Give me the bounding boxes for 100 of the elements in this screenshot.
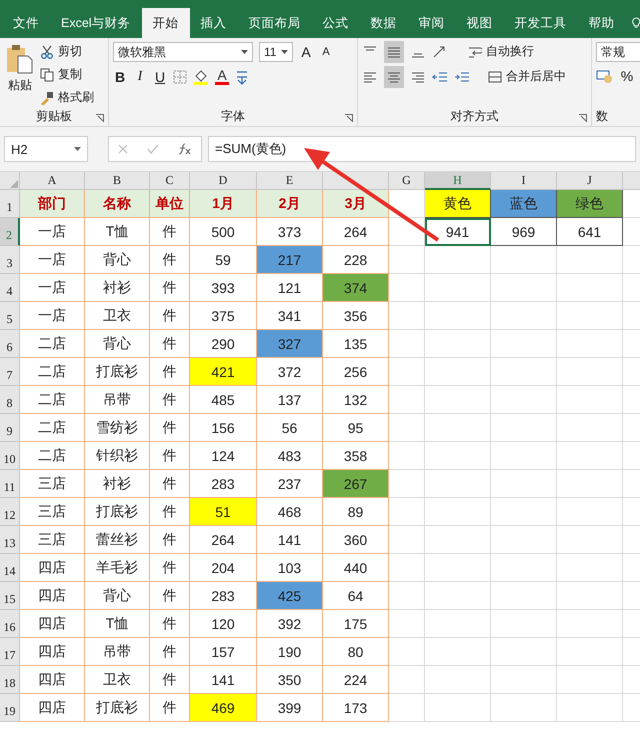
grid-cell[interactable] (389, 414, 425, 442)
grid-cell[interactable] (425, 638, 491, 666)
grid-cell[interactable] (389, 218, 425, 246)
grid-cell[interactable] (491, 246, 557, 274)
grid-cell[interactable] (491, 638, 557, 666)
font-size-dropdown[interactable]: 11 (259, 42, 293, 62)
grid-cell[interactable] (491, 442, 557, 470)
formula-field[interactable]: =SUM(黄色) (208, 136, 636, 162)
grid-cell[interactable] (389, 638, 425, 666)
row-header[interactable]: 19 (0, 694, 20, 722)
grid-cell[interactable] (425, 414, 491, 442)
ribbon-tab[interactable]: 开发工具 (504, 8, 578, 38)
ribbon-tab[interactable]: 文件 (2, 8, 50, 38)
row-header[interactable]: 5 (0, 302, 20, 330)
grid-cell[interactable] (425, 582, 491, 610)
row-header[interactable]: 11 (0, 470, 20, 498)
name-box[interactable]: H2 (4, 136, 88, 162)
grid-cell[interactable] (557, 330, 623, 358)
grid-cell[interactable] (389, 330, 425, 358)
summary-cell[interactable]: 641 (557, 218, 623, 246)
grid-cell[interactable] (389, 694, 425, 722)
grid-cell[interactable] (389, 526, 425, 554)
select-all-corner[interactable] (0, 172, 20, 190)
grid-cell[interactable] (389, 666, 425, 694)
border-icon[interactable] (173, 70, 187, 84)
font-name-dropdown[interactable]: 微软雅黑 (113, 42, 253, 62)
grid-cell[interactable] (557, 554, 623, 582)
grid-cell[interactable] (557, 582, 623, 610)
align-middle-icon[interactable] (384, 40, 404, 62)
shrink-font-button[interactable]: A (319, 46, 333, 58)
grid-cell[interactable] (557, 414, 623, 442)
grid-cell[interactable] (557, 610, 623, 638)
decrease-indent-icon[interactable] (432, 70, 448, 84)
grid-cell[interactable] (389, 302, 425, 330)
increase-indent-icon[interactable] (454, 70, 470, 84)
grid-cell[interactable] (425, 498, 491, 526)
grid-cell[interactable] (425, 554, 491, 582)
row-header[interactable]: 4 (0, 274, 20, 302)
row-header[interactable]: 7 (0, 358, 20, 386)
grid-cell[interactable] (491, 386, 557, 414)
row-header[interactable]: 10 (0, 442, 20, 470)
grid-cell[interactable] (491, 274, 557, 302)
ribbon-tab[interactable]: 视图 (456, 8, 504, 38)
fill-color-icon[interactable] (193, 68, 209, 84)
format-painter-button[interactable]: 格式刷 (40, 88, 94, 107)
grid-cell[interactable] (389, 470, 425, 498)
ribbon-tab[interactable]: 审阅 (408, 8, 456, 38)
column-header[interactable]: D (190, 172, 257, 190)
row-header[interactable]: 17 (0, 638, 20, 666)
row-header[interactable]: 2 (0, 218, 20, 246)
number-format-dropdown[interactable]: 常规 (596, 42, 640, 62)
grid-cell[interactable] (491, 358, 557, 386)
grid-cell[interactable] (389, 358, 425, 386)
grid-cell[interactable] (389, 246, 425, 274)
italic-button[interactable]: I (133, 68, 147, 84)
grid-cell[interactable] (491, 526, 557, 554)
grid-cell[interactable] (557, 638, 623, 666)
column-header[interactable]: B (85, 172, 150, 190)
grid-cell[interactable] (389, 442, 425, 470)
row-header[interactable]: 18 (0, 666, 20, 694)
grid-cell[interactable] (557, 246, 623, 274)
cancel-icon[interactable] (118, 144, 128, 154)
grid-cell[interactable] (557, 694, 623, 722)
column-header[interactable]: I (491, 172, 557, 190)
grid-cell[interactable] (425, 666, 491, 694)
percent-button[interactable]: % (620, 68, 634, 84)
grid-cell[interactable] (425, 358, 491, 386)
grid-cell[interactable] (491, 694, 557, 722)
wrap-text-button[interactable]: 自动换行 (468, 42, 534, 61)
grid-cell[interactable] (425, 246, 491, 274)
align-right-icon[interactable] (410, 70, 426, 84)
grid-cell[interactable] (491, 582, 557, 610)
grid-cell[interactable] (557, 386, 623, 414)
row-header[interactable]: 13 (0, 526, 20, 554)
paste-button[interactable]: 粘贴 (4, 42, 36, 107)
grid-cell[interactable] (491, 666, 557, 694)
grid-cell[interactable] (491, 498, 557, 526)
dialog-launcher-icon[interactable] (345, 114, 353, 122)
grid-cell[interactable] (491, 610, 557, 638)
row-header[interactable]: 14 (0, 554, 20, 582)
column-header[interactable]: C (150, 172, 190, 190)
function-icon[interactable] (178, 143, 192, 155)
grid-cell[interactable] (425, 274, 491, 302)
column-header[interactable]: A (20, 172, 85, 190)
grid-cell[interactable] (557, 498, 623, 526)
cut-button[interactable]: 剪切 (40, 42, 94, 61)
enter-icon[interactable] (146, 144, 159, 154)
summary-cell[interactable]: 969 (491, 218, 557, 246)
grid-cell[interactable] (557, 442, 623, 470)
ribbon-tab[interactable]: Excel与财务 (50, 8, 142, 38)
column-header[interactable]: E (257, 172, 323, 190)
grid-cell[interactable] (557, 470, 623, 498)
row-header[interactable]: 3 (0, 246, 20, 274)
grid-cell[interactable] (425, 470, 491, 498)
grid-cell[interactable] (389, 554, 425, 582)
grid-cell[interactable] (389, 582, 425, 610)
grid-cell[interactable] (425, 386, 491, 414)
grid-cell[interactable] (425, 694, 491, 722)
grid-cell[interactable] (389, 386, 425, 414)
row-header[interactable]: 9 (0, 414, 20, 442)
